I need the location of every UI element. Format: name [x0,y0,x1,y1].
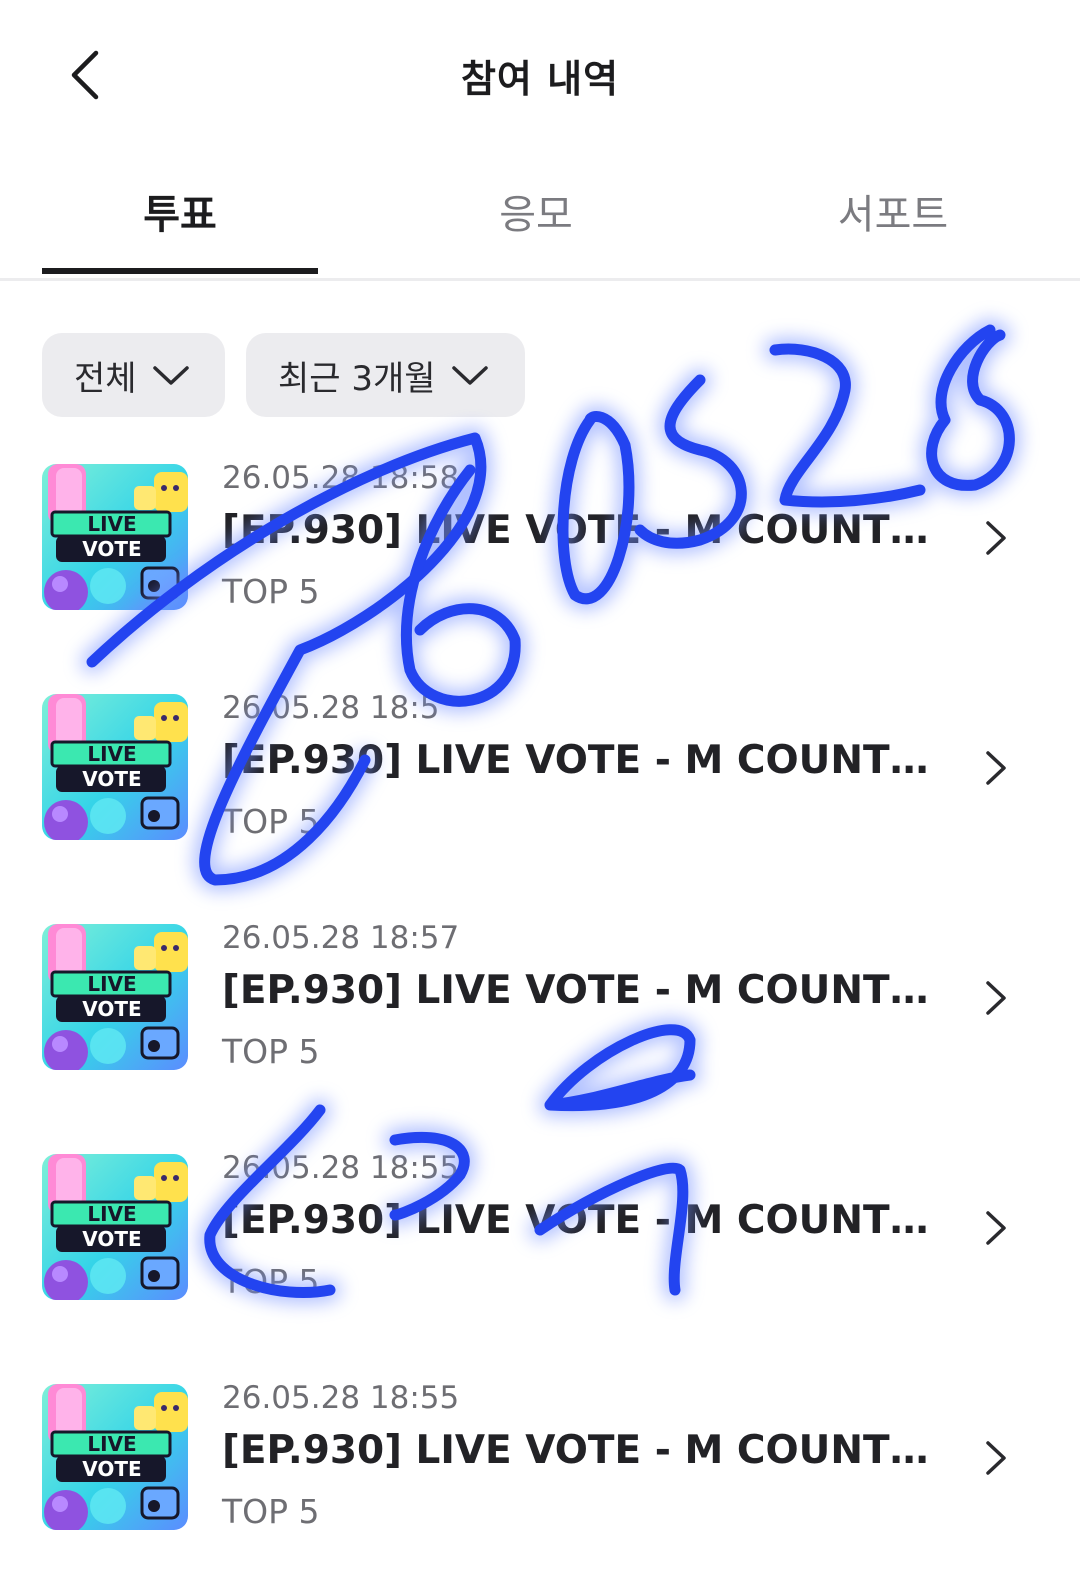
tab-support[interactable]: 서포트 [755,182,1031,240]
tab-entry[interactable]: 응모 [398,182,674,240]
chevron-down-icon [152,366,189,385]
thumbnail-text-live: LIVE [87,1202,136,1226]
tab-vote[interactable]: 투표 [42,182,318,240]
vote-thumbnail: LIVE VOTE [42,1384,188,1530]
vote-thumbnail: LIVE VOTE [42,1154,188,1300]
item-title: [EP.930] LIVE VOTE - M COUNTDO... [222,508,942,553]
item-title: [EP.930] LIVE VOTE - M COUNTDO... [222,738,942,783]
item-title: [EP.930] LIVE VOTE - M COUNTDO... [222,968,942,1013]
list-item[interactable]: LIVE VOTE 26.05.28 18:55 [EP.930] LIVE VO… [0,1150,1080,1301]
active-tab-indicator [42,268,318,274]
top-bar: 참여 내역 [0,0,1080,150]
filter-period-label: 최근 3개월 [278,358,436,399]
filter-type-label: 전체 [74,358,137,399]
thumbnail-text-vote: VOTE [82,767,141,791]
vote-thumbnail: LIVE VOTE [42,464,188,610]
thumbnail-text-vote: VOTE [82,537,141,561]
thumbnail-text-vote: VOTE [82,1457,141,1481]
chevron-down-icon [451,366,488,385]
item-subtitle: TOP 5 [222,1492,320,1531]
chevron-right-icon[interactable] [980,978,1010,1022]
thumbnail-text-vote: VOTE [82,1227,141,1251]
thumbnail-text-vote: VOTE [82,997,141,1021]
item-date: 26.05.28 18:55 [222,1150,460,1186]
list-item[interactable]: LIVE VOTE 26.05.28 18:58 [EP.930] LIVE VO… [0,460,1080,611]
thumbnail-text-live: LIVE [87,742,136,766]
item-date: 26.05.28 18:5 [222,690,440,726]
tab-bar: 투표 응모 서포트 [0,160,1080,281]
list-item[interactable]: LIVE VOTE 26.05.28 18:55 [EP.930] LIVE VO… [0,1380,1080,1531]
list-item[interactable]: LIVE VOTE 26.05.28 18:5 [EP.930] LIVE VOT… [0,690,1080,841]
list-item[interactable]: LIVE VOTE 26.05.28 18:57 [EP.930] LIVE VO… [0,920,1080,1071]
item-date: 26.05.28 18:57 [222,920,460,956]
vote-thumbnail: LIVE VOTE [42,924,188,1070]
chevron-right-icon[interactable] [980,748,1010,792]
chevron-right-icon[interactable] [980,1438,1010,1482]
item-date: 26.05.28 18:58 [222,460,460,496]
page-title: 참여 내역 [460,57,620,101]
filter-period-dropdown[interactable]: 최근 3개월 [246,333,525,417]
thumbnail-text-live: LIVE [87,972,136,996]
thumbnail-text-live: LIVE [87,512,136,536]
item-title: [EP.930] LIVE VOTE - M COUNTDO... [222,1428,942,1473]
item-subtitle: TOP 5 [222,1262,320,1301]
filter-type-dropdown[interactable]: 전체 [42,333,225,417]
item-title: [EP.930] LIVE VOTE - M COUNTDO... [222,1198,942,1243]
chevron-right-icon[interactable] [980,1208,1010,1252]
item-subtitle: TOP 5 [222,572,320,611]
item-subtitle: TOP 5 [222,1032,320,1071]
vote-thumbnail: LIVE VOTE [42,694,188,840]
thumbnail-text-live: LIVE [87,1432,136,1456]
item-date: 26.05.28 18:55 [222,1380,460,1416]
chevron-right-icon[interactable] [980,518,1010,562]
item-subtitle: TOP 5 [222,802,320,841]
